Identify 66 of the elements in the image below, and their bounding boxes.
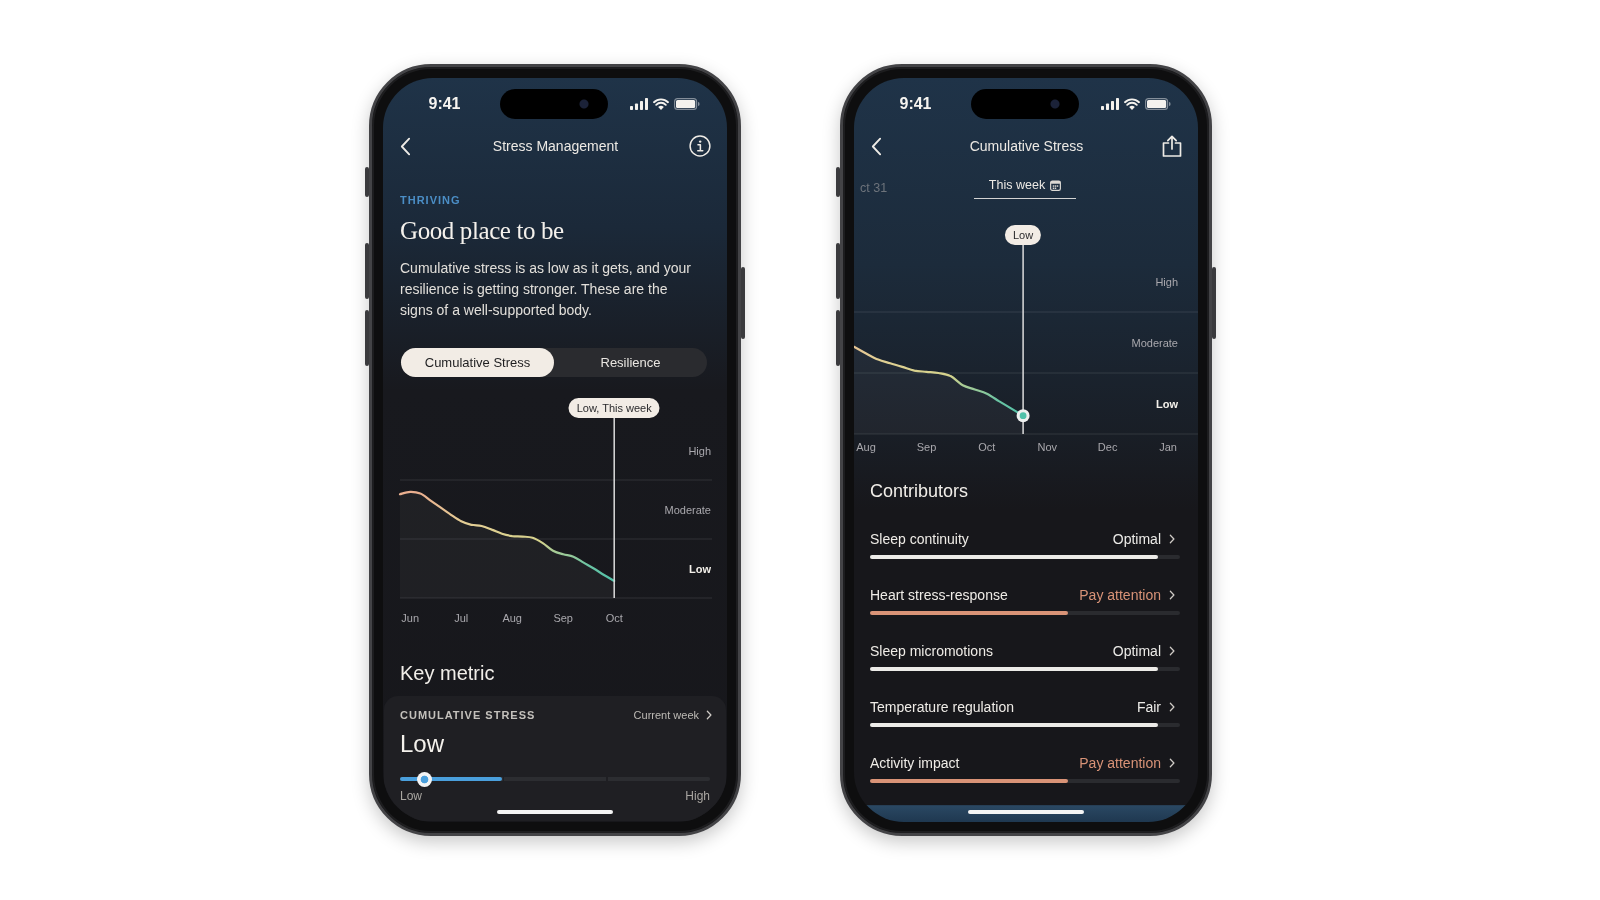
share-icon[interactable] [1162,135,1182,157]
scale-label: Low [400,789,422,804]
chevron-left-icon[interactable] [400,136,411,156]
axis-label: Aug [502,612,522,624]
chevron-left-icon[interactable] [871,136,882,156]
headline: Good place to be [400,216,565,246]
segment-tab[interactable]: Cumulative Stress [401,348,554,377]
chart-tooltip: Low [1005,225,1042,245]
chevron-right-icon[interactable] [1169,646,1175,656]
wifi-icon [652,98,669,110]
summary-text: Cumulative stress is as low as it gets, and your resilience is getting stronger. These are the signs of a well-supported body. [400,259,692,320]
date-tab[interactable]: This week [974,177,1076,199]
battery-icon [673,98,700,110]
axis-label: Oct [605,612,623,624]
axis-label: Jan [1159,441,1177,453]
status-time: 9:41 [427,94,462,114]
chevron-right-icon[interactable] [1169,758,1175,768]
chart-tooltip: Low, This week [568,398,660,418]
metric-label: CUMULATIVE STRESS [400,708,536,722]
contributor-label: Sleep continuity [870,530,969,548]
nav-title: Cumulative Stress [968,137,1085,155]
contributor-label: Temperature regulation [870,698,1014,716]
chevron-right-icon[interactable] [1169,702,1175,712]
contributor-status: Optimal [1112,530,1161,548]
contributor-status: Pay attention [1079,754,1161,772]
signal-icon [629,98,648,110]
chevron-right-icon[interactable] [1169,590,1175,600]
axis-label: Low [1156,397,1178,410]
contributor-status: Optimal [1112,642,1161,660]
axis-label: Nov [1037,441,1058,453]
scale-label: High [685,789,710,804]
side-button[interactable] [365,167,369,197]
axis-label: High [1155,275,1178,288]
status-label: THRIVING [400,193,462,207]
axis-label: Sep [916,441,937,453]
axis-label: High [688,444,711,457]
contributor-status: Fair [1136,698,1161,716]
wifi-icon [1123,98,1140,110]
axis-label: Sep [553,612,573,624]
calendar-icon [1050,179,1062,191]
slider-thumb[interactable] [417,771,433,787]
axis-label: Dec [1097,441,1118,453]
period-link[interactable]: Current week [633,708,712,722]
status-time: 9:41 [898,94,933,114]
axis-label: Low [689,562,711,575]
segment-tab[interactable]: Resilience [554,348,707,377]
axis-label: Moderate [664,503,711,516]
contributor-label: Heart stress-response [870,586,1008,604]
info-icon[interactable] [689,135,711,157]
signal-icon [1100,98,1119,110]
contributor-status: Pay attention [1079,586,1161,604]
axis-label: Aug [856,441,876,453]
side-button[interactable] [836,167,840,197]
contributor-label: Sleep micromotions [870,642,993,660]
section-heading: Contributors [870,480,970,503]
contributor-label: Activity impact [870,754,960,772]
metric-value: Low [400,729,446,759]
chevron-right-icon[interactable] [706,710,712,720]
axis-label: Oct [978,441,996,453]
axis-label: Jun [401,612,420,624]
axis-label: Jul [454,612,469,624]
section-heading: Key metric [400,661,496,686]
battery-icon [1144,98,1171,110]
chevron-right-icon[interactable] [1169,534,1175,544]
axis-label: Moderate [1131,336,1178,349]
nav-title: Stress Management [491,137,620,155]
